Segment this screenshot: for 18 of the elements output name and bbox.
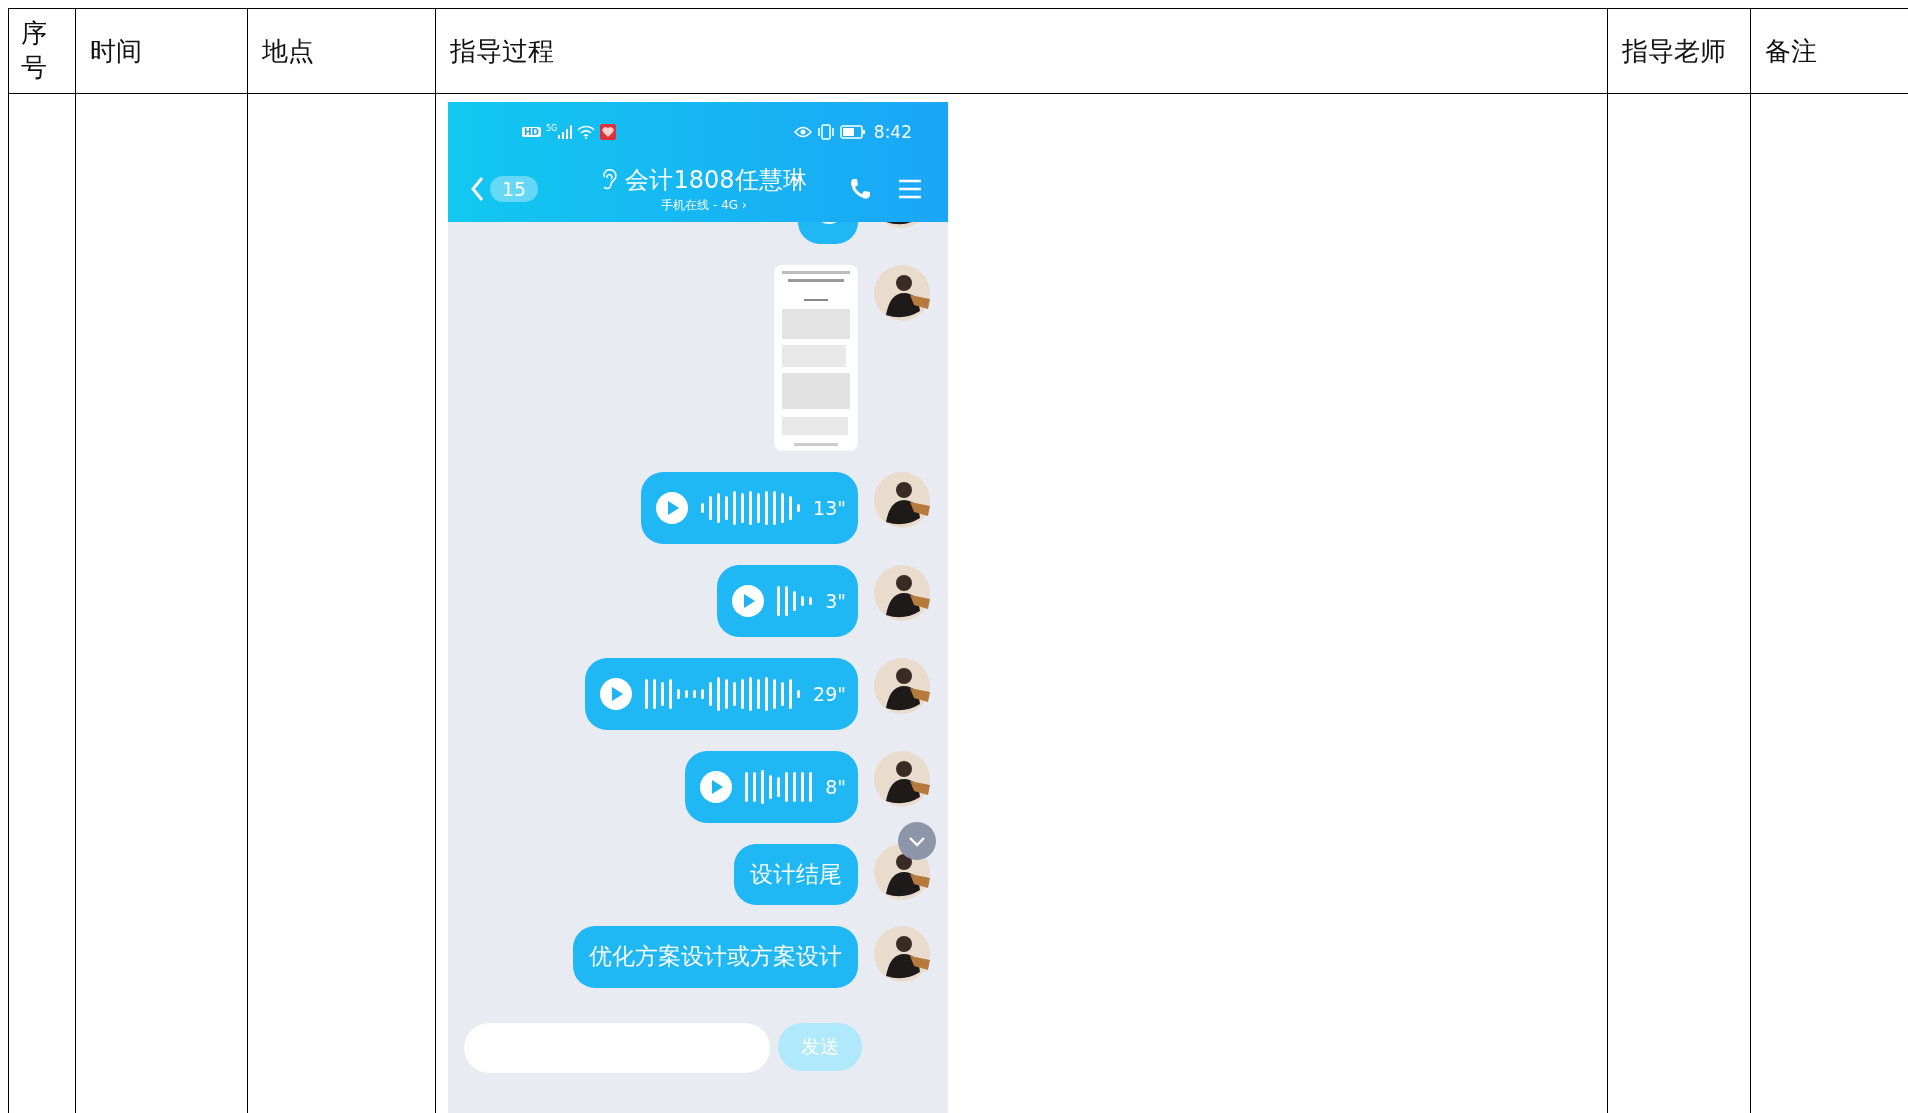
status-time: 8:42 <box>873 122 912 142</box>
column-header: 地点 <box>262 35 314 66</box>
column-header: 指导老师 <box>1622 35 1726 66</box>
voice-message[interactable]: 13" <box>641 472 858 544</box>
text-message[interactable]: 设计结尾 <box>734 844 858 906</box>
chat-subtitle[interactable]: 手机在线 - 4G › <box>661 197 747 214</box>
voice-message[interactable]: 29" <box>585 658 858 730</box>
unread-count[interactable]: 15 <box>490 176 539 202</box>
column-header: 指导过程 <box>450 35 554 66</box>
column-header: 序号 <box>21 17 47 84</box>
column-header: 备注 <box>1765 35 1817 66</box>
voice-message[interactable]: 3" <box>717 565 858 637</box>
network-label: 5G <box>546 124 558 133</box>
voice-message[interactable]: 8" <box>685 751 858 823</box>
text-message[interactable]: 优化方案设计或方案设计 <box>573 926 858 988</box>
chat-title: 会计1808任慧琳 <box>625 165 807 196</box>
column-header: 时间 <box>90 35 142 66</box>
hd-badge: HD <box>522 127 541 137</box>
